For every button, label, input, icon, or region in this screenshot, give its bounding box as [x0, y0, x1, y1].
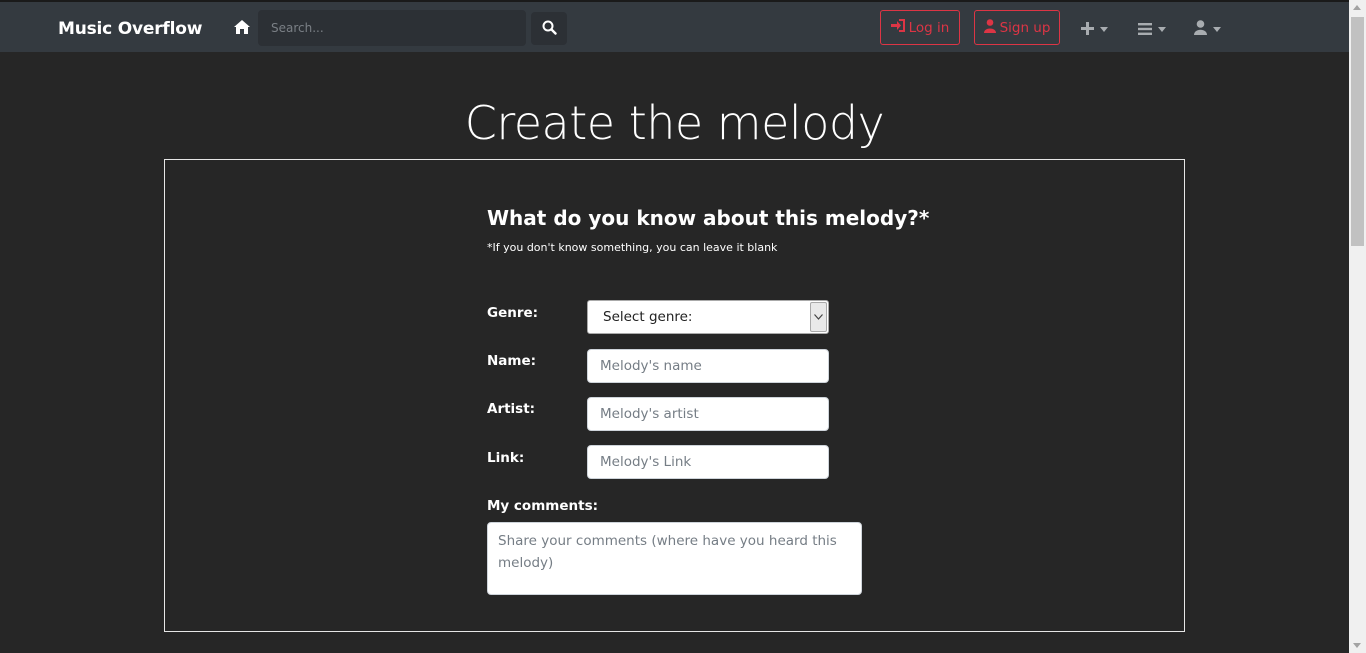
name-input[interactable]	[587, 349, 829, 383]
login-button[interactable]: Log in	[880, 10, 960, 45]
signup-button[interactable]: Sign up	[974, 10, 1060, 45]
create-dropdown[interactable]	[1081, 19, 1108, 39]
signup-label: Sign up	[999, 19, 1051, 36]
page-title: Create the melody	[464, 96, 885, 150]
login-icon	[890, 19, 905, 36]
genre-select[interactable]: Select genre:	[587, 300, 829, 334]
search-input[interactable]	[258, 10, 526, 46]
link-input[interactable]	[587, 445, 829, 479]
plus-icon	[1081, 20, 1094, 39]
genre-label: Genre:	[487, 305, 539, 321]
scroll-down-icon[interactable]	[1353, 643, 1361, 648]
navbar: Music Overflow Log in Sign up	[0, 0, 1349, 52]
chevron-down-icon	[1213, 26, 1221, 32]
user-dropdown[interactable]	[1194, 19, 1221, 39]
comments-label: My comments:	[487, 498, 598, 514]
form-heading: What do you know about this melody?*	[487, 206, 930, 230]
form-note: *If you don't know something, you can le…	[487, 241, 778, 254]
user-plus-icon	[983, 18, 996, 37]
scrollbar-thumb[interactable]	[1351, 17, 1364, 246]
home-icon[interactable]	[233, 19, 251, 37]
chevron-down-icon	[1100, 26, 1108, 32]
chevron-down-icon	[1158, 26, 1166, 32]
search-icon	[542, 20, 557, 38]
brand-logo[interactable]: Music Overflow	[58, 19, 202, 39]
login-label: Log in	[908, 19, 950, 36]
artist-input[interactable]	[587, 397, 829, 431]
artist-label: Artist:	[487, 401, 536, 417]
scroll-up-icon[interactable]	[1353, 5, 1361, 10]
menu-dropdown[interactable]	[1138, 19, 1166, 39]
menu-icon	[1138, 20, 1152, 39]
link-label: Link:	[487, 450, 525, 466]
user-icon	[1194, 19, 1207, 39]
comments-textarea[interactable]	[487, 522, 862, 595]
chevron-down-icon[interactable]	[810, 302, 827, 332]
name-label: Name:	[487, 353, 537, 369]
search-button[interactable]	[531, 12, 567, 45]
scrollbar[interactable]	[1349, 0, 1366, 653]
genre-selected-value: Select genre:	[603, 309, 693, 325]
